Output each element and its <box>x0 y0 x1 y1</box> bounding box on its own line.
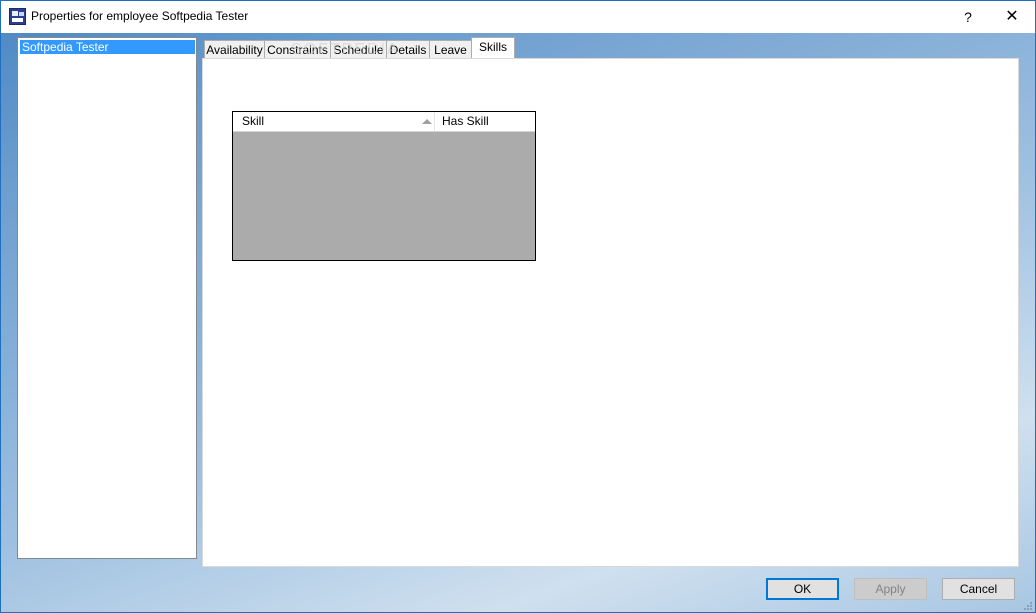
employee-list-item[interactable]: Softpedia Tester <box>20 40 195 54</box>
column-header-has-skill[interactable]: Has Skill <box>435 112 535 131</box>
tab-availability[interactable]: Availability <box>204 40 265 59</box>
sort-ascending-icon <box>422 119 432 124</box>
help-button[interactable]: ? <box>951 1 985 33</box>
column-header-skill[interactable]: Skill <box>233 112 435 131</box>
tab-leave[interactable]: Leave <box>429 40 472 59</box>
window-title: Properties for employee Softpedia Tester <box>31 9 249 23</box>
app-icon <box>9 8 26 25</box>
employee-list[interactable]: Softpedia Tester <box>17 37 197 559</box>
watermark: SOFTPEDIA <box>291 41 400 58</box>
properties-window: Properties for employee Softpedia Tester… <box>0 0 1036 613</box>
grid-header: Skill Has Skill <box>233 112 535 132</box>
skills-grid[interactable]: Skill Has Skill <box>232 111 536 261</box>
column-header-skill-label: Skill <box>242 114 265 128</box>
close-button[interactable]: ✕ <box>989 1 1035 33</box>
cancel-button[interactable]: Cancel <box>942 578 1015 600</box>
resize-grip-icon[interactable] <box>1023 601 1033 611</box>
title-bar[interactable]: Properties for employee Softpedia Tester… <box>1 1 1035 33</box>
ok-button[interactable]: OK <box>766 578 839 600</box>
apply-button[interactable]: Apply <box>854 578 927 600</box>
tab-skills[interactable]: Skills <box>471 37 515 59</box>
